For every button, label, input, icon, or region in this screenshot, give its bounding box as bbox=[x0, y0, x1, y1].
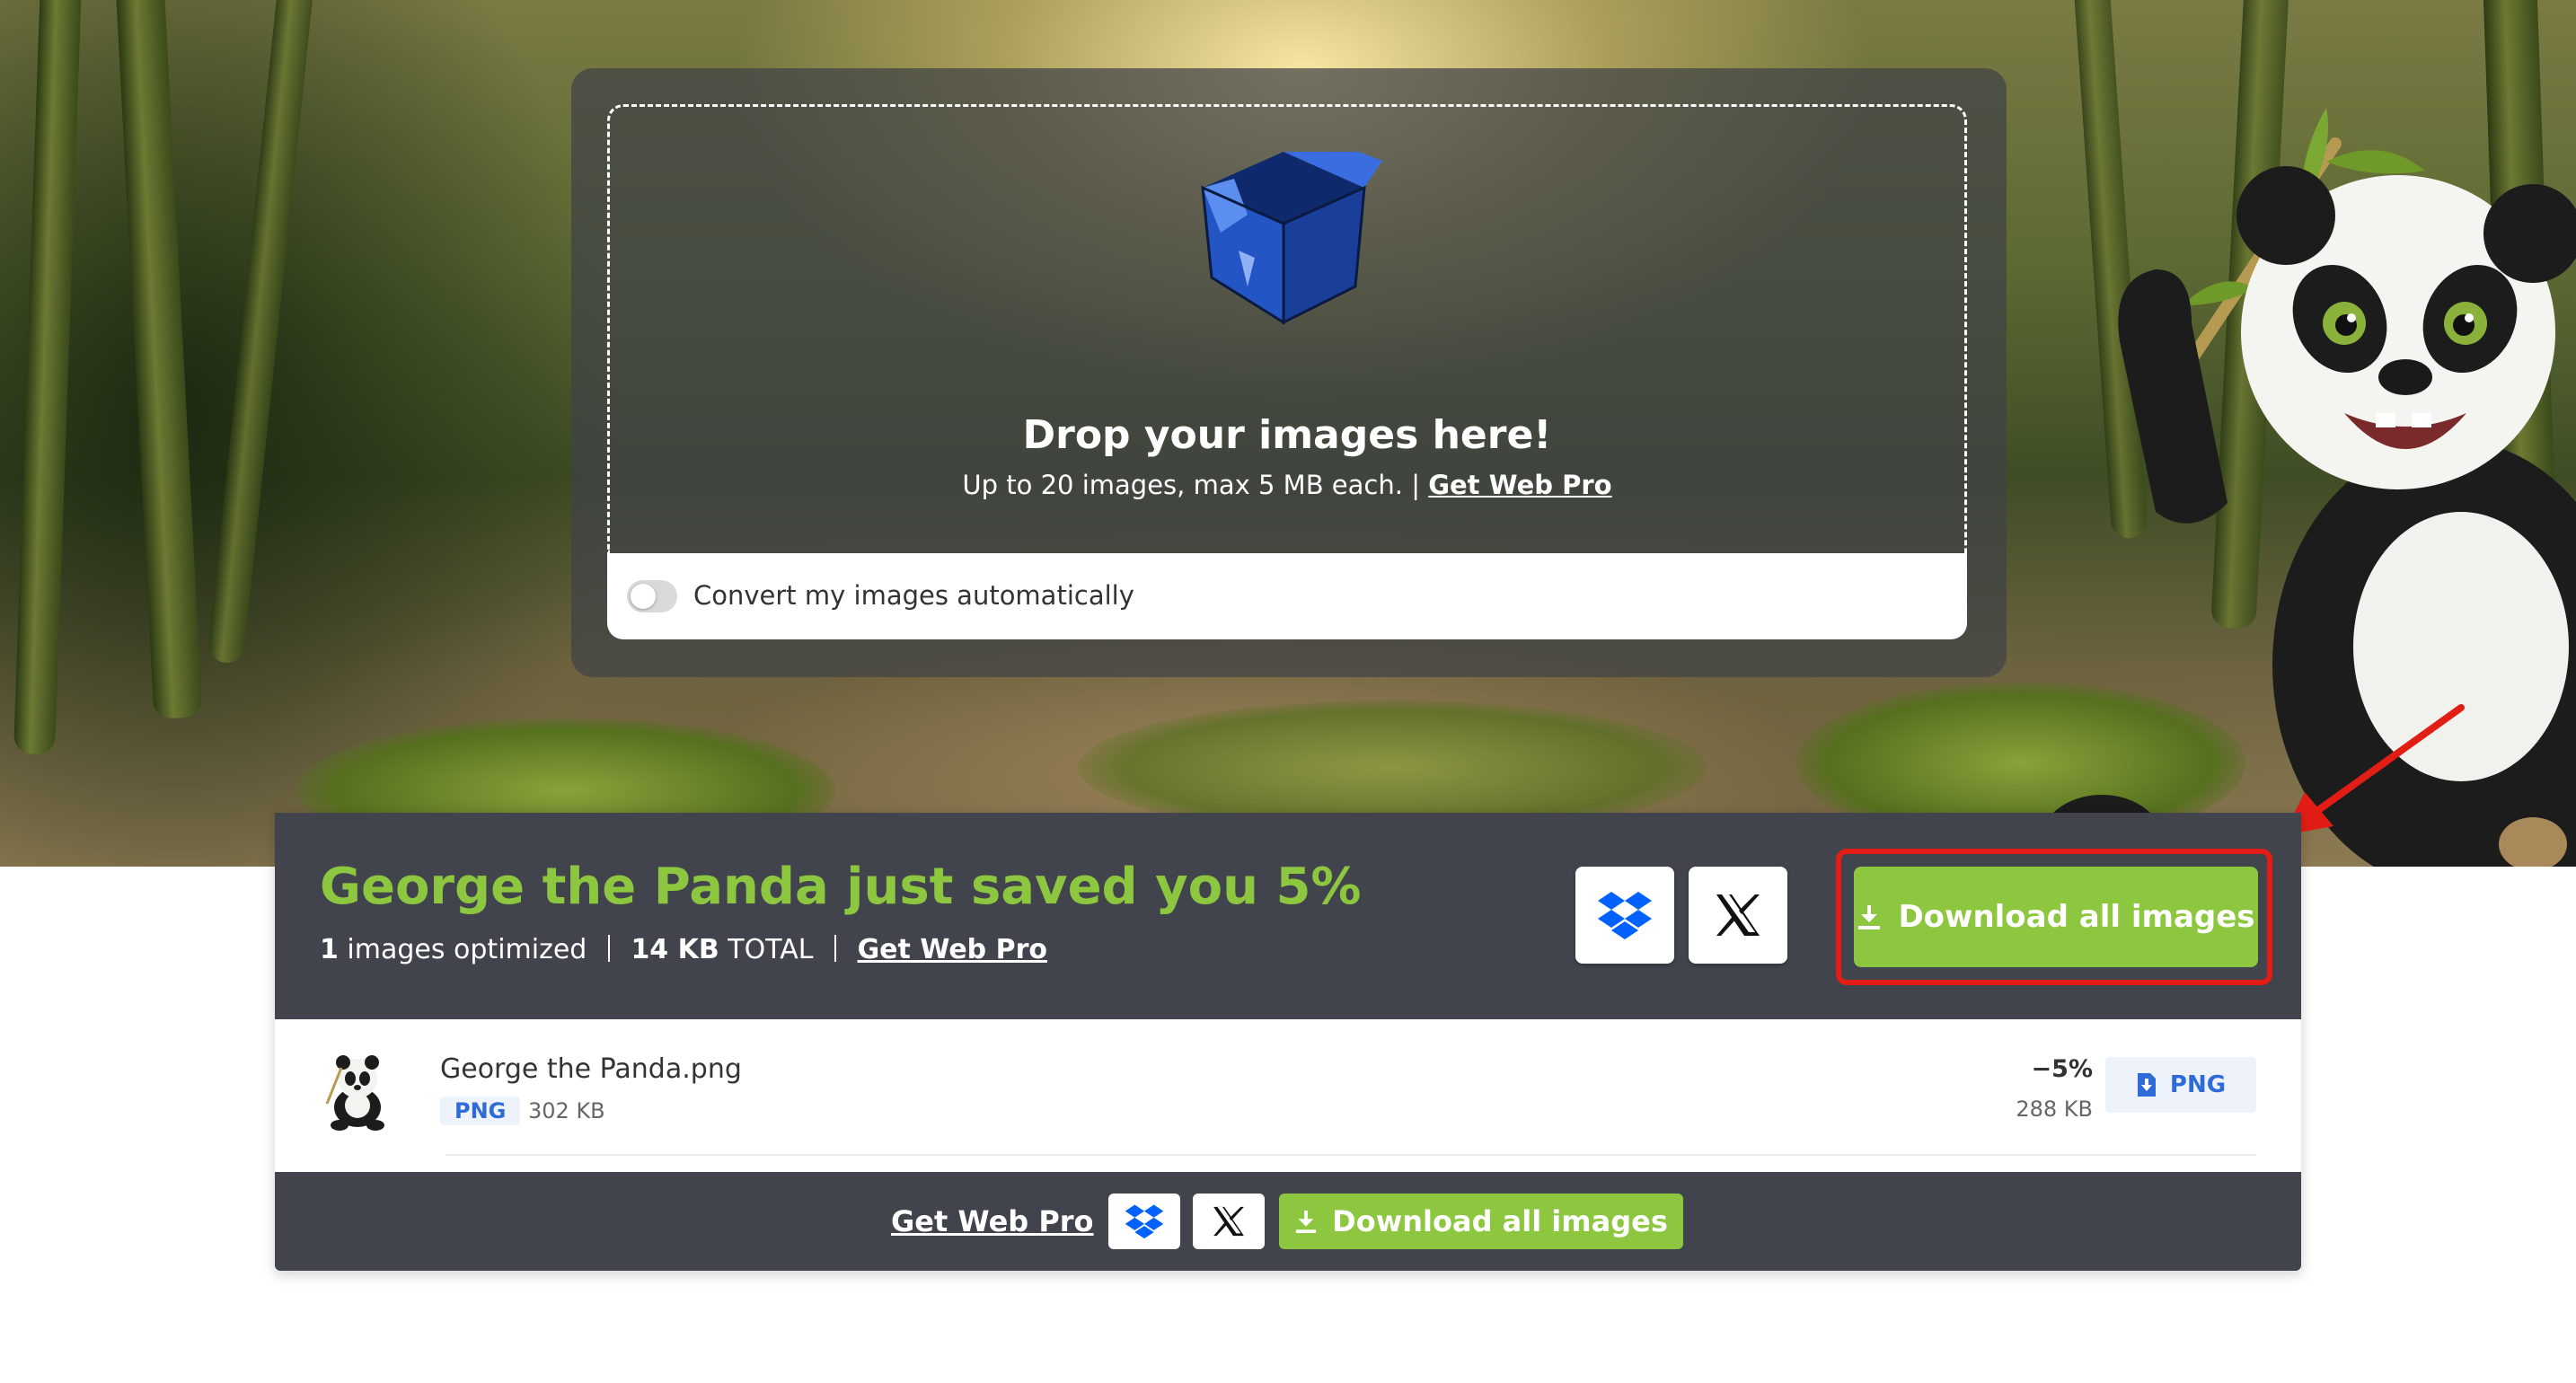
convert-bar: Convert my images automatically bbox=[607, 553, 1967, 639]
dropbox-icon bbox=[1598, 892, 1652, 939]
format-badge: PNG bbox=[440, 1097, 521, 1125]
results-footer: Get Web Pro Download all images bbox=[275, 1172, 2301, 1271]
savings-title: George the Panda just saved you 5% bbox=[320, 858, 1362, 916]
bamboo-stalk bbox=[13, 0, 82, 755]
original-size: 302 KB bbox=[528, 1098, 605, 1123]
drop-subtitle: Up to 20 images, max 5 MB each. | Get We… bbox=[610, 470, 1964, 500]
list-item: George the Panda.png PNG 302 KB −5% 288 … bbox=[275, 1019, 2301, 1156]
bamboo-stalk bbox=[207, 0, 314, 665]
separator bbox=[834, 935, 837, 962]
auto-convert-label: Convert my images automatically bbox=[693, 580, 1134, 611]
results-header: George the Panda just saved you 5% 1 ima… bbox=[275, 813, 2301, 1019]
toggle-knob bbox=[631, 584, 656, 609]
download-all-button[interactable]: Download all images bbox=[1854, 867, 2258, 967]
share-x-button[interactable] bbox=[1689, 867, 1787, 964]
total-size: 14 KB bbox=[631, 934, 719, 965]
results-summary: 1 images optimized 14 KB TOTAL Get Web P… bbox=[320, 934, 1047, 965]
new-size: 288 KB bbox=[2016, 1097, 2093, 1122]
download-file-button[interactable]: PNG bbox=[2105, 1057, 2256, 1113]
image-count-label: images optimized bbox=[347, 934, 587, 965]
results-panel: George the Panda just saved you 5% 1 ima… bbox=[275, 813, 2301, 1271]
dropbox-button[interactable] bbox=[1575, 867, 1674, 964]
get-web-pro-link[interactable]: Get Web Pro bbox=[858, 934, 1047, 965]
x-icon bbox=[1213, 1206, 1244, 1237]
dropbox-icon bbox=[1125, 1204, 1164, 1239]
drop-limits: Up to 20 images, max 5 MB each. bbox=[962, 470, 1403, 500]
hero-background: Drop your images here! Up to 20 images, … bbox=[0, 0, 2576, 867]
get-web-pro-link[interactable]: Get Web Pro bbox=[891, 1204, 1094, 1238]
total-label: TOTAL bbox=[728, 934, 814, 965]
download-all-label: Download all images bbox=[1898, 899, 2255, 935]
download-all-label: Download all images bbox=[1332, 1204, 1668, 1238]
box-icon bbox=[1201, 152, 1382, 325]
separator: | bbox=[1411, 470, 1429, 500]
divider bbox=[446, 1154, 2256, 1156]
download-icon bbox=[1295, 1210, 1317, 1233]
get-web-pro-link[interactable]: Get Web Pro bbox=[1428, 470, 1611, 500]
auto-convert-toggle[interactable] bbox=[627, 580, 677, 612]
share-x-button[interactable] bbox=[1193, 1194, 1265, 1249]
savings-percent: −5% bbox=[2031, 1055, 2093, 1083]
image-count: 1 bbox=[320, 934, 339, 965]
download-all-button[interactable]: Download all images bbox=[1279, 1194, 1683, 1249]
x-icon bbox=[1716, 894, 1760, 936]
file-download-icon bbox=[2137, 1073, 2156, 1097]
drop-title: Drop your images here! bbox=[1022, 412, 1552, 458]
download-format-label: PNG bbox=[2169, 1071, 2227, 1098]
download-icon bbox=[1858, 905, 1881, 929]
upload-card: Drop your images here! Up to 20 images, … bbox=[571, 68, 2007, 677]
separator bbox=[607, 935, 610, 962]
dropbox-button[interactable] bbox=[1108, 1194, 1180, 1249]
file-name: George the Panda.png bbox=[440, 1053, 742, 1085]
file-thumbnail bbox=[325, 1055, 384, 1131]
drop-zone[interactable]: Drop your images here! Up to 20 images, … bbox=[607, 104, 1967, 553]
bamboo-stalk bbox=[115, 0, 203, 719]
